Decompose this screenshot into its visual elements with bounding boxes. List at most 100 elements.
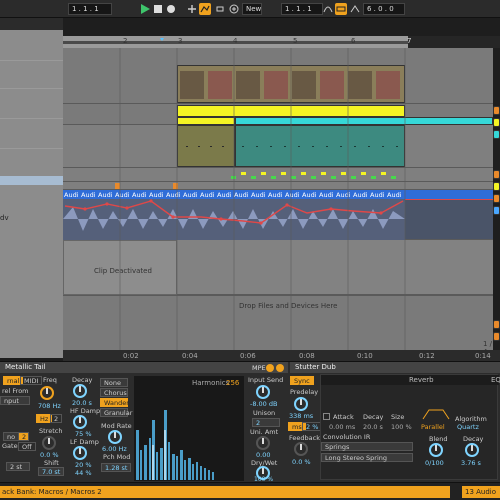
reverb-tab[interactable]: Reverb <box>409 376 434 384</box>
midi-clip-notes[interactable] <box>235 125 405 167</box>
parallel-select[interactable]: Parallel <box>421 423 445 431</box>
track-color-chip[interactable] <box>493 106 500 115</box>
harmonics-display[interactable]: Harmonics 256 <box>134 376 244 481</box>
track-color-chip[interactable] <box>493 320 500 329</box>
loop-start-field[interactable]: 1 . 1 . 1 <box>281 3 323 15</box>
lf-damp-value[interactable]: 20 % <box>75 461 92 469</box>
chorus-option-selected[interactable]: Wander <box>100 398 129 407</box>
st-field[interactable]: 2 st <box>6 462 30 471</box>
decay-value[interactable]: 20.0 s <box>72 399 92 407</box>
audio-clip-label[interactable]: Audi <box>115 191 130 199</box>
feedback-knob[interactable] <box>294 442 308 456</box>
feedback-value[interactable]: 0.0 % <box>292 458 311 466</box>
audio-clip-label[interactable]: Audi <box>183 191 198 199</box>
audio-clip-label[interactable]: Audi <box>234 191 249 199</box>
drop-zone[interactable]: Drop Files and Devices Here <box>63 296 493 350</box>
loop-button[interactable] <box>335 3 347 15</box>
audio-clip-label[interactable]: Audi <box>387 191 402 199</box>
audio-clip-label[interactable]: Audi <box>98 191 113 199</box>
mode-2[interactable]: 2 <box>50 414 63 423</box>
track-color-chip[interactable] <box>493 170 500 179</box>
uni-amt-knob[interactable] <box>256 436 270 450</box>
predelay-knob[interactable] <box>294 397 308 411</box>
freq-knob[interactable] <box>40 386 54 400</box>
audio-clip-label[interactable]: Audi <box>336 191 351 199</box>
audio-clip-label[interactable]: Audi <box>251 191 266 199</box>
ir-category-select[interactable]: Springs <box>321 442 413 451</box>
record-button[interactable] <box>165 3 177 15</box>
device-header-stutter[interactable]: Stutter Dub <box>290 362 500 373</box>
add-button[interactable] <box>186 3 198 15</box>
gate-toggle[interactable]: Off <box>18 442 36 451</box>
arrangement-ruler[interactable]: 2 3 4 5 6 7 <box>63 36 500 48</box>
chorus-option[interactable]: Chorus <box>100 388 128 397</box>
punch-button[interactable] <box>228 3 240 15</box>
play-button[interactable] <box>139 3 151 15</box>
stop-button[interactable] <box>152 3 164 15</box>
draw-mode-button[interactable] <box>322 3 334 15</box>
pch-mod-field[interactable]: 1.28 st <box>101 463 132 472</box>
track-color-chip[interactable] <box>493 118 500 127</box>
mod-rate-value[interactable]: 6.00 Hz <box>102 445 127 453</box>
mono-button[interactable]: no <box>3 432 20 441</box>
browser-item-label[interactable]: dv <box>0 214 9 222</box>
midi-clip-notes[interactable] <box>177 125 235 167</box>
track-color-chip[interactable] <box>493 206 500 215</box>
mix-value[interactable]: 44 % <box>75 469 92 477</box>
audio-clip-label[interactable]: Audi <box>200 191 215 199</box>
arrangement-view[interactable]: Audi Audi Audi Audi Audi Audi Audi Audi Audi Audi… <box>63 48 493 350</box>
audio-clip[interactable] <box>177 65 405 103</box>
input-send-knob[interactable] <box>256 385 270 399</box>
decay2-value[interactable]: 3.76 s <box>461 459 481 467</box>
new-button[interactable]: New <box>242 3 262 15</box>
automation-arm-button[interactable] <box>199 3 211 15</box>
freq-value[interactable]: 708 Hz <box>38 402 61 410</box>
lf-damp-knob[interactable] <box>73 446 87 460</box>
audio-clip-label[interactable]: Audi <box>166 191 181 199</box>
mpe-label[interactable]: MPE <box>252 364 266 372</box>
sync-button[interactable]: Sync <box>290 376 314 385</box>
audio-clip-label[interactable]: Audi <box>268 191 283 199</box>
punch-in-button[interactable] <box>349 3 361 15</box>
size-value[interactable]: 100 % <box>391 423 412 431</box>
input-select[interactable]: nput <box>0 396 30 405</box>
rdecay-value[interactable]: 20.0 s <box>363 423 383 431</box>
audio-clip-header-strip[interactable]: Audi Audi Audi Audi Audi Audi Audi Audi Audi Audi… <box>63 190 493 199</box>
track-color-chip[interactable] <box>493 194 500 203</box>
audio-clip-label[interactable]: Audi <box>149 191 164 199</box>
audio-clip-label[interactable]: Audi <box>302 191 317 199</box>
harmonics-value[interactable]: 256 <box>226 379 239 387</box>
device-power-icon[interactable] <box>266 364 274 372</box>
eq-tab[interactable]: EQ <box>491 376 500 384</box>
track-color-chip[interactable] <box>493 332 500 341</box>
audio-clip-label[interactable]: Audi <box>217 191 232 199</box>
track-label[interactable]: 13 Audio <box>462 486 500 498</box>
track-lane[interactable] <box>63 168 493 182</box>
unison-field[interactable]: 2 <box>252 418 280 427</box>
deactivated-clip[interactable]: Clip Deactivated <box>63 240 177 295</box>
hf-damp-value[interactable]: 75 % <box>75 430 92 438</box>
audio-clip-label[interactable]: Audi <box>132 191 147 199</box>
midi-clip[interactable] <box>235 117 493 125</box>
mod-rate-knob[interactable] <box>108 430 122 444</box>
attack-checkbox[interactable] <box>323 413 330 420</box>
stretch-knob[interactable] <box>42 436 56 450</box>
midi-clip[interactable] <box>177 105 405 117</box>
decay2-knob[interactable] <box>465 443 479 457</box>
audio-clip-label[interactable]: Audi <box>285 191 300 199</box>
audio-clip-label[interactable]: Audi <box>81 191 96 199</box>
predelay-value[interactable]: 338 ms <box>289 412 313 420</box>
chorus-option[interactable]: Granular <box>100 408 132 417</box>
track-color-chip[interactable] <box>493 182 500 191</box>
zoom-fraction[interactable]: 1 / 4 <box>483 340 493 350</box>
num-field[interactable]: 2 <box>18 432 29 441</box>
decay-knob[interactable] <box>73 384 87 398</box>
loop-record-button[interactable] <box>214 3 226 15</box>
browser-selected-row[interactable] <box>0 176 63 185</box>
midi-clip[interactable] <box>177 117 235 125</box>
audio-clip-label[interactable]: Audi <box>370 191 385 199</box>
audio-clip-label[interactable]: Audi <box>319 191 334 199</box>
midi-mode-button[interactable]: MIDI <box>20 376 43 385</box>
uni-amt-value[interactable]: 0.00 <box>256 451 270 459</box>
breadcrumb[interactable]: ack Bank: Macros / Macros 2 <box>0 486 450 498</box>
